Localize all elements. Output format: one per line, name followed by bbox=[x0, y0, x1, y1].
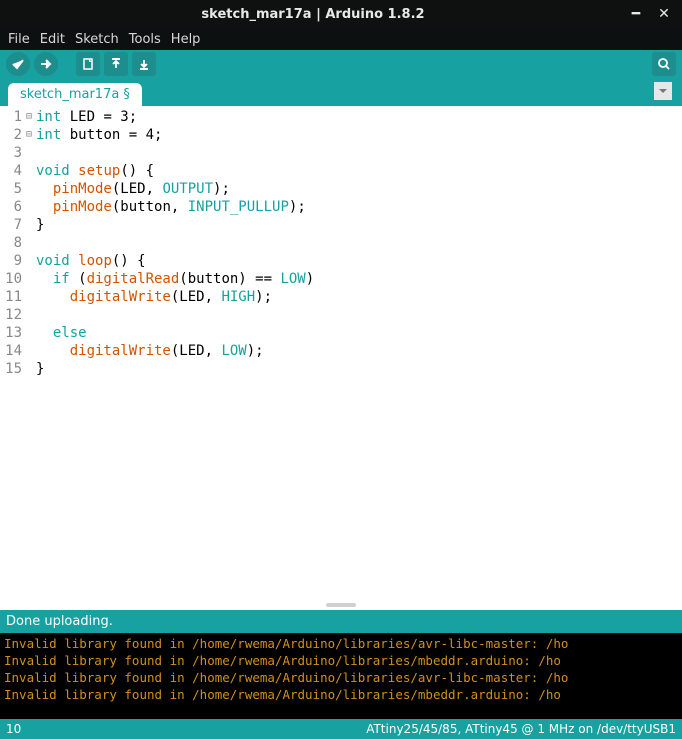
serial-monitor-button[interactable] bbox=[652, 52, 676, 76]
menu-tools[interactable]: Tools bbox=[125, 30, 165, 49]
editor-console-splitter[interactable] bbox=[0, 600, 682, 610]
verify-button[interactable] bbox=[6, 52, 30, 76]
board-port-info: ATtiny25/45/85, ATtiny45 @ 1 MHz on /dev… bbox=[366, 722, 676, 736]
new-button[interactable] bbox=[76, 52, 100, 76]
line-number-gutter: 123456789101112131415 bbox=[0, 106, 26, 600]
window-title: sketch_mar17a | Arduino 1.8.2 bbox=[8, 7, 618, 22]
menu-edit[interactable]: Edit bbox=[36, 30, 69, 49]
tab-sketch[interactable]: sketch_mar17a § bbox=[8, 83, 142, 106]
cursor-line-number: 10 bbox=[6, 722, 21, 736]
menubar: File Edit Sketch Tools Help bbox=[0, 28, 682, 50]
menu-file[interactable]: File bbox=[4, 30, 34, 49]
titlebar: sketch_mar17a | Arduino 1.8.2 ━ ✕ bbox=[0, 0, 682, 28]
upload-button[interactable] bbox=[34, 52, 58, 76]
status-bar: Done uploading. bbox=[0, 610, 682, 633]
toolbar bbox=[0, 50, 682, 78]
tab-label: sketch_mar17a bbox=[20, 87, 119, 102]
tab-menu-dropdown[interactable] bbox=[654, 82, 672, 100]
close-button[interactable]: ✕ bbox=[654, 4, 674, 24]
status-text: Done uploading. bbox=[6, 614, 113, 629]
console-output[interactable]: Invalid library found in /home/rwema/Ard… bbox=[0, 633, 682, 719]
fold-gutter[interactable]: ⊟⊟ bbox=[26, 106, 36, 600]
minimize-button[interactable]: ━ bbox=[626, 4, 646, 24]
menu-sketch[interactable]: Sketch bbox=[71, 30, 123, 49]
save-button[interactable] bbox=[132, 52, 156, 76]
code-editor[interactable]: 123456789101112131415 ⊟⊟ int LED = 3;int… bbox=[0, 106, 682, 600]
open-button[interactable] bbox=[104, 52, 128, 76]
tabbar: sketch_mar17a § bbox=[0, 78, 682, 106]
bottom-bar: 10 ATtiny25/45/85, ATtiny45 @ 1 MHz on /… bbox=[0, 719, 682, 739]
code-area[interactable]: int LED = 3;int button = 4; void setup()… bbox=[36, 106, 682, 600]
tab-modified-marker: § bbox=[123, 87, 130, 102]
menu-help[interactable]: Help bbox=[167, 30, 205, 49]
